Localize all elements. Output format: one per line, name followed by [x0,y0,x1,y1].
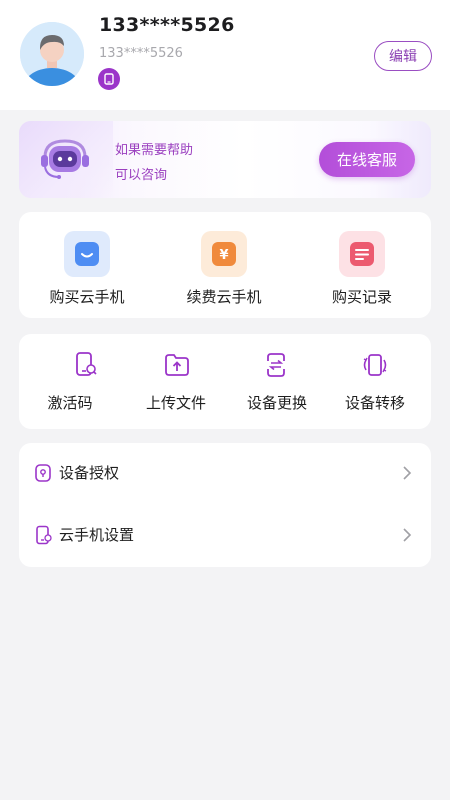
renew-cloud-phone-label: 续费云手机 [186,288,262,306]
activation-code-icon [70,350,100,380]
settings-card: 设备授权 云手机设置 [19,443,431,567]
device-swap-item[interactable]: 设备更换 [225,334,328,429]
buy-cloud-phone-item[interactable]: 购买云手机 [19,212,156,318]
activation-code-item[interactable]: 激活码 [19,334,122,429]
help-text-line1: 如果需要帮助 [115,143,194,158]
chevron-right-icon [401,465,413,481]
authorization-icon [33,463,53,483]
renew-cloud-phone-item[interactable]: ¥ 续费云手机 [156,212,293,318]
tools-card: 激活码 上传文件 设备更换 设备转移 [19,334,431,429]
online-service-button[interactable]: 在线客服 [319,142,415,177]
upload-folder-icon [162,350,192,380]
profile-header: 133****5526 133****5526 编辑 [0,0,450,110]
buy-cloud-phone-label: 购买云手机 [49,288,125,306]
purchase-records-label: 购买记录 [331,288,392,306]
device-transfer-icon [360,350,390,380]
bag-icon [64,231,110,277]
device-swap-icon [261,350,291,380]
device-transfer-label: 设备转移 [344,394,405,412]
user-phone: 133****5526 [99,14,235,36]
help-text-line2: 可以咨询 [115,168,168,183]
device-authorization-row[interactable]: 设备授权 [19,443,431,503]
help-banner: 如果需要帮助 可以咨询 在线客服 [19,121,431,198]
tablet-icon [104,73,114,85]
upload-file-item[interactable]: 上传文件 [122,334,225,429]
purchase-card: 购买云手机 ¥ 续费云手机 购买记录 [19,212,431,318]
phone-settings-icon [33,525,53,545]
yen-icon: ¥ [201,231,247,277]
purchase-records-item[interactable]: 购买记录 [293,212,431,318]
device-badge [98,68,120,90]
robot-headset-icon [41,139,89,179]
svg-text:¥: ¥ [219,248,228,263]
avatar-person-icon [20,22,84,86]
chevron-right-icon [401,527,413,543]
cloud-phone-settings-label: 云手机设置 [59,526,135,544]
edit-button[interactable]: 编辑 [374,41,432,71]
device-authorization-label: 设备授权 [59,464,120,482]
cloud-phone-settings-row[interactable]: 云手机设置 [19,505,431,565]
robot-area [19,121,113,198]
user-phone-secondary: 133****5526 [99,46,183,61]
device-transfer-item[interactable]: 设备转移 [328,334,431,429]
avatar[interactable] [20,22,84,86]
list-icon [339,231,385,277]
